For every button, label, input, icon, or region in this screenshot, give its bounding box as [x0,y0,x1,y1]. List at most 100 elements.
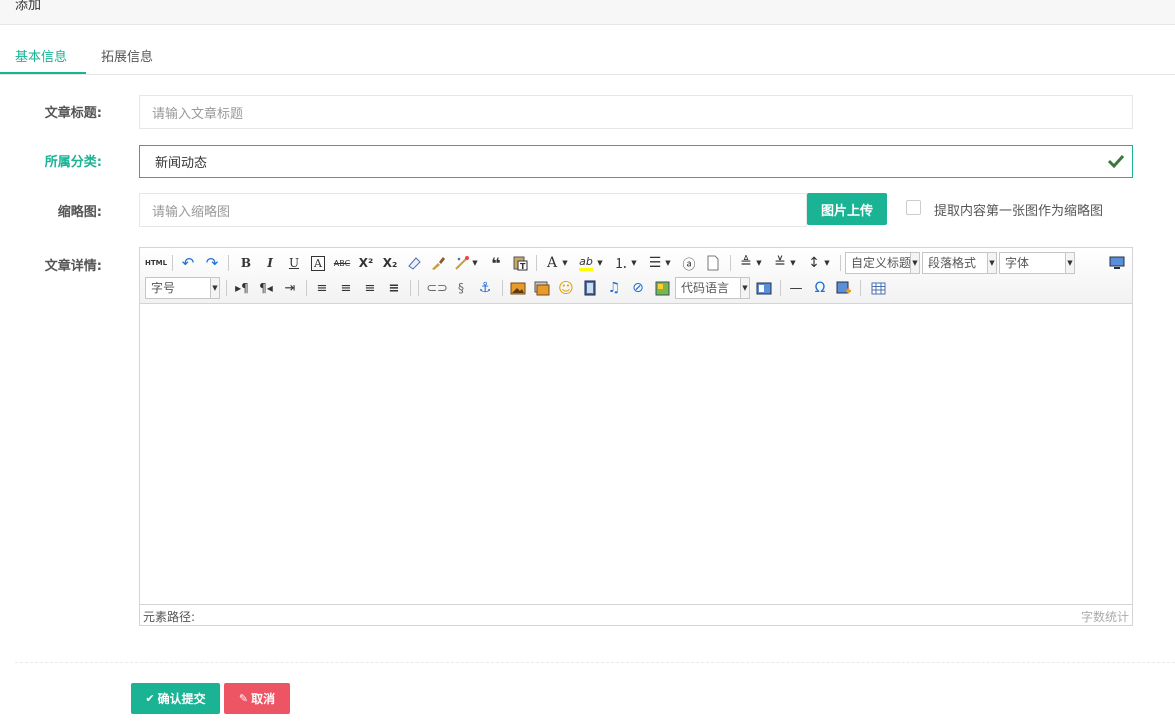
active-tab-indicator [0,72,86,74]
insert-table-icon[interactable] [868,278,888,298]
title-input-placeholder: 请输入文章标题 [152,106,244,122]
toolbar-separator [840,255,841,271]
video-icon[interactable] [580,278,600,298]
subscript-icon[interactable]: X₂ [380,253,400,273]
font-family-text: 字体 [1005,256,1030,270]
tab-basic-info[interactable]: 基本信息 [15,46,67,65]
editor-content-area[interactable] [140,304,1132,604]
category-value: 新闻动态 [155,156,208,171]
chevron-down-icon[interactable]: ▼ [470,253,480,273]
rtl-direction-icon[interactable]: ¶◂ [256,278,276,298]
clear-document-icon[interactable] [703,253,723,273]
strikethrough-icon[interactable]: ABC [332,253,352,273]
undo-icon[interactable]: ↶ [178,253,198,273]
underline-icon[interactable]: U [284,253,304,273]
ltr-direction-icon[interactable]: ▸¶ [232,278,252,298]
code-language-text: 代码语言 [681,281,730,295]
multi-image-icon[interactable] [532,278,552,298]
chevron-down-icon: ▼ [210,278,219,298]
font-border-icon[interactable]: A [308,253,328,273]
eraser-icon[interactable] [404,253,424,273]
highlight-color-icon[interactable]: ab [576,253,596,273]
bold-icon[interactable]: B [236,253,256,273]
title-label: 文章标题: [44,106,102,121]
align-center-icon[interactable]: ≡ [336,278,356,298]
font-family-dropdown[interactable]: 字体 ▼ [999,252,1075,274]
auto-format-icon[interactable] [452,253,472,273]
chevron-down-icon[interactable]: ▼ [663,253,673,273]
align-justify-icon[interactable]: ≡ [384,278,404,298]
image-icon[interactable] [508,278,528,298]
special-char-icon[interactable]: Ω [810,278,830,298]
chevron-down-icon[interactable]: ▼ [822,253,832,273]
extract-thumbnail-checkbox[interactable] [906,200,921,215]
ordered-list-icon[interactable]: ⒈ [611,253,631,273]
image-upload-button[interactable]: 图片上传 [807,193,887,225]
chevron-down-icon[interactable]: ▼ [560,253,570,273]
redo-icon[interactable]: ↷ [202,253,222,273]
submit-button[interactable]: ✔ 确认提交 [131,683,220,714]
eraser-icon: ✎ [238,692,249,705]
toolbar-separator [226,280,227,296]
unordered-list-icon[interactable]: ☰ [645,253,665,273]
unlink-icon[interactable]: § [451,278,471,298]
emotion-icon[interactable]: ☺ [556,278,576,298]
content-label: 文章详情: [44,259,102,274]
chevron-down-icon[interactable]: ▼ [595,253,605,273]
html-source-button[interactable]: HTML [145,253,167,273]
thumbnail-input[interactable]: 请输入缩略图 [139,193,807,227]
custom-title-dropdown[interactable]: 自定义标题 ▼ [845,252,920,274]
chevron-down-icon[interactable]: ▼ [754,253,764,273]
tab-bar: 基本信息 拓展信息 [0,37,1175,75]
toolbar-separator [410,280,411,296]
insert-frame-icon[interactable] [834,278,854,298]
paste-text-icon[interactable]: T [510,253,530,273]
tab-extended-info[interactable]: 拓展信息 [101,46,153,65]
template-icon[interactable] [754,278,774,298]
toolbar-separator [536,255,537,271]
horizontal-rule-icon[interactable]: — [786,278,806,298]
rich-text-editor: HTML ↶ ↷ B I U A ABC X² X₂ ▼ ❝ T A ▼ ab … [139,247,1133,626]
chevron-down-icon: ▼ [1065,253,1074,273]
toolbar-separator [306,280,307,296]
paragraph-format-dropdown[interactable]: 段落格式 ▼ [922,252,997,274]
map-icon[interactable] [652,278,672,298]
editor-status-bar: 元素路径: 字数统计 [140,604,1132,625]
page-header: 添加 [0,0,1175,25]
link-icon[interactable]: ⊂⊃ [426,278,448,298]
line-height-icon[interactable]: ↕ [804,253,824,273]
chevron-down-icon: ▼ [987,253,996,273]
word-count-label: 字数统计 [1080,610,1129,624]
chevron-down-icon[interactable]: ▼ [629,253,639,273]
extract-thumbnail-label: 提取内容第一张图作为缩略图 [934,204,1104,219]
thumbnail-input-placeholder: 请输入缩略图 [152,204,231,220]
editor-toolbar: HTML ↶ ↷ B I U A ABC X² X₂ ▼ ❝ T A ▼ ab … [140,248,1132,304]
category-select[interactable]: 新闻动态 [139,145,1133,178]
code-language-dropdown[interactable]: 代码语言 ▼ [675,277,750,299]
check-icon: ✔ [145,692,155,705]
check-icon [1108,154,1124,168]
fullscreen-icon[interactable] [1107,253,1127,273]
align-right-icon[interactable]: ≡ [360,278,380,298]
toolbar-separator [502,280,503,296]
superscript-icon[interactable]: X² [356,253,376,273]
row-spacing-top-icon[interactable]: ≜ [736,253,756,273]
submit-button-label: 确认提交 [157,692,206,706]
attachment-icon[interactable]: ⊘ [628,278,648,298]
font-color-icon[interactable]: A [542,253,562,273]
indent-icon[interactable]: ⇥ [280,278,300,298]
blockquote-icon[interactable]: ❝ [486,253,506,273]
select-all-icon[interactable]: ⓐ [679,253,699,273]
title-input[interactable]: 请输入文章标题 [139,95,1133,129]
row-spacing-bottom-icon[interactable]: ≚ [770,253,790,273]
format-brush-icon[interactable] [428,253,448,273]
anchor-icon[interactable]: ⚓ [475,278,495,298]
font-size-dropdown[interactable]: 字号 ▼ [145,277,220,299]
toolbar-separator [780,280,781,296]
page-title: 添加 [15,0,42,13]
align-left-icon[interactable]: ≡ [312,278,332,298]
chevron-down-icon[interactable]: ▼ [788,253,798,273]
music-icon[interactable]: ♫ [604,278,624,298]
cancel-button[interactable]: ✎ 取消 [224,683,290,714]
italic-icon[interactable]: I [260,253,280,273]
